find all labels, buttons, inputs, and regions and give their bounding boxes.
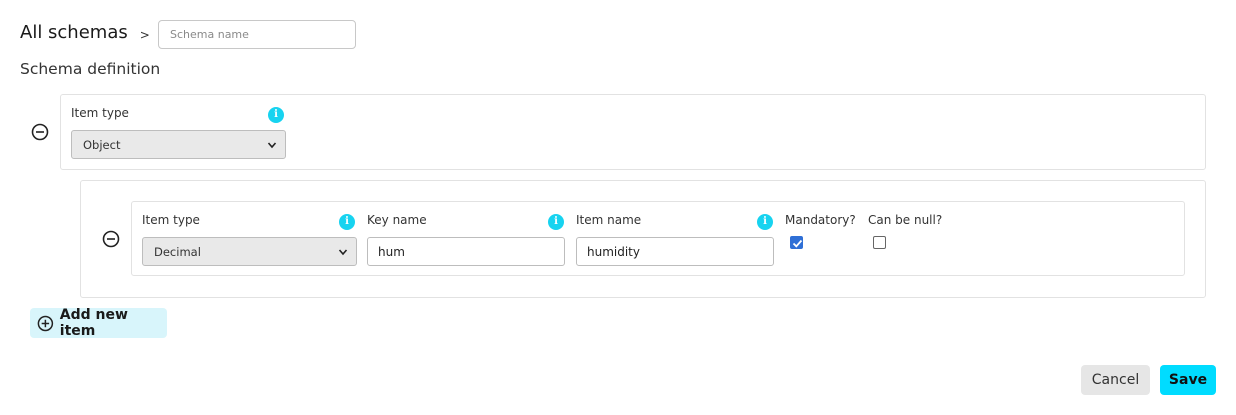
minus-circle-icon [102,230,120,248]
root-item-type-value: Object [83,137,121,152]
item-name-input[interactable] [576,237,774,266]
add-new-item-button[interactable]: Add new item [30,307,167,339]
chevron-down-icon [338,249,348,256]
child-item-type-label: Item type [142,213,200,227]
root-item-panel: Item type i Object [60,94,1206,170]
plus-circle-icon [37,315,54,331]
root-item-type-label: Item type [71,106,129,120]
info-icon[interactable]: i [548,214,564,230]
checkmark-icon [792,239,803,248]
can-be-null-label: Can be null? [868,213,943,227]
remove-child-item-button[interactable] [102,230,120,248]
add-new-item-label: Add new item [59,307,128,339]
info-icon[interactable]: i [339,214,355,230]
key-name-input[interactable] [367,237,565,266]
schema-name-input[interactable] [158,20,356,49]
mandatory-checkbox[interactable] [790,236,803,249]
child-item-type-value: Decimal [154,244,201,259]
breadcrumb: All schemas > [20,22,150,43]
chevron-down-icon [267,142,277,149]
cancel-button[interactable]: Cancel [1081,365,1150,395]
remove-root-item-button[interactable] [31,123,49,141]
section-title: Schema definition [20,60,161,78]
root-item-type-select[interactable]: Object [71,130,286,159]
item-name-label: Item name [576,213,642,227]
can-be-null-checkbox[interactable] [873,236,886,249]
breadcrumb-separator: > [139,27,150,42]
info-icon[interactable]: i [268,107,284,123]
mandatory-label: Mandatory? [785,213,856,227]
minus-circle-icon [31,123,49,141]
child-item-type-select[interactable]: Decimal [142,237,357,266]
breadcrumb-all-schemas-link[interactable]: All schemas [20,22,128,43]
save-button[interactable]: Save [1160,365,1216,395]
child-item-panel: Item type i Decimal Key name i Item name… [131,201,1185,276]
key-name-label: Key name [367,213,427,227]
info-icon[interactable]: i [757,214,773,230]
